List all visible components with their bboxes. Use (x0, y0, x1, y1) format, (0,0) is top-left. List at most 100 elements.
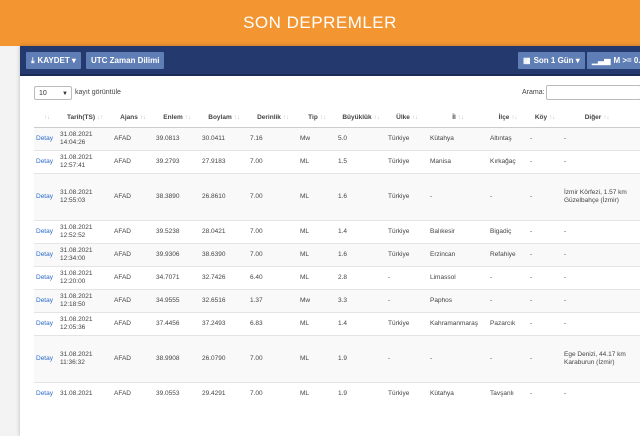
cell-extra (632, 312, 640, 336)
table-row: Detay 31.08.2021 11:36:32 AFAD 38.9908 26.079… (34, 335, 640, 383)
cell-agency: AFAD (112, 220, 154, 244)
detail-link[interactable]: Detay (34, 289, 58, 313)
cell-village: - (528, 150, 562, 174)
cell-agency: AFAD (112, 289, 154, 313)
cell-date-day: 31.08.2021 (60, 316, 93, 323)
cell-agency: AFAD (112, 127, 154, 151)
detail-link[interactable]: Detay (34, 173, 58, 221)
detail-link[interactable]: Detay (34, 382, 58, 406)
cell-province: Limassol (428, 266, 488, 290)
table-body: Detay 31.08.2021 14:04:26 AFAD 39.0813 30.041… (34, 127, 640, 406)
cell-date: 31.08.2021 12:57:41 (58, 150, 112, 174)
cell-extra (632, 243, 640, 267)
download-icon: ⤓ (31, 56, 35, 65)
save-button[interactable]: ⤓ KAYDET ▾ (26, 52, 81, 69)
search-input[interactable] (546, 85, 640, 100)
table-row: Detay 31.08.2021 12:52:52 AFAD 39.5238 28.042… (34, 220, 640, 244)
column-header[interactable]: ↑↓ (34, 108, 58, 128)
cell-country: Türkiye (386, 382, 428, 406)
cell-type: ML (298, 335, 336, 383)
cell-lat: 38.9908 (154, 335, 200, 383)
cell-village: - (528, 289, 562, 313)
toolbar: ⤓ KAYDET ▾ UTC Zaman Dilimi ▦ Son 1 Gün ▾ … (20, 46, 640, 76)
detail-link[interactable]: Detay (34, 127, 58, 151)
cell-other: - (562, 220, 632, 244)
cell-date-time: 12:34:00 (60, 255, 86, 262)
column-header[interactable]: Diğer ↑↓ (562, 108, 632, 128)
table-row: Detay 31.08.2021 12:34:00 AFAD 39.9306 38.639… (34, 243, 640, 267)
sort-icon: ↑↓ (282, 115, 289, 121)
cell-province: Kütahya (428, 382, 488, 406)
detail-link[interactable]: Detay (34, 335, 58, 383)
cell-lon: 38.6390 (200, 243, 248, 267)
magnitude-filter-button[interactable]: ▁▃▅M >= 0.0 ▾ (587, 52, 640, 69)
cell-village: - (528, 220, 562, 244)
column-header[interactable]: Ajans ↑↓ (112, 108, 154, 128)
cell-district: - (488, 335, 528, 383)
cell-date-day: 31.08.2021 (60, 270, 93, 277)
page-length-select[interactable]: 10 ▼ (34, 86, 72, 100)
detail-link[interactable]: Detay (34, 266, 58, 290)
sort-icon: ↑↓ (233, 115, 240, 121)
cell-mag: 1.4 (336, 312, 386, 336)
cell-district: - (488, 266, 528, 290)
cell-date-time: 12:05:36 (60, 324, 86, 331)
earthquake-table: ↑↓ Tarih(TS) ↓↑ Ajans ↑↓ Enlem ↑↓ Boylam ↑↓ Derin… (34, 108, 640, 406)
cell-depth: 7.00 (248, 243, 298, 267)
cell-date-time: 12:52:52 (60, 232, 86, 239)
cell-district: - (488, 289, 528, 313)
cell-province: Paphos (428, 289, 488, 313)
cell-type: ML (298, 150, 336, 174)
period-filter-button[interactable]: ▦ Son 1 Gün ▾ (518, 52, 585, 69)
cell-other: - (562, 382, 632, 406)
detail-link[interactable]: Detay (34, 243, 58, 267)
cell-extra (632, 266, 640, 290)
cell-depth: 7.00 (248, 150, 298, 174)
column-header[interactable]: Ülke ↑↓ (386, 108, 428, 128)
column-header[interactable]: İl ↑↓ (428, 108, 488, 128)
cell-province: Kahramanmaraş (428, 312, 488, 336)
cell-date-day: 31.08.2021 (60, 247, 93, 254)
cell-lat: 39.5238 (154, 220, 200, 244)
cell-other: - (562, 312, 632, 336)
cell-type: Mw (298, 289, 336, 313)
cell-mag: 1.9 (336, 335, 386, 383)
column-header[interactable]: İlçe ↑↓ (488, 108, 528, 128)
column-header[interactable]: Enlem ↑↓ (154, 108, 200, 128)
cell-extra (632, 150, 640, 174)
calendar-icon: ▦ (523, 56, 531, 65)
column-header[interactable]: Köy ↑↓ (528, 108, 562, 128)
detail-link[interactable]: Detay (34, 220, 58, 244)
search-label: Arama: (522, 89, 545, 96)
cell-agency: AFAD (112, 335, 154, 383)
cell-mag: 1.6 (336, 173, 386, 221)
cell-district: Kırkağaç (488, 150, 528, 174)
column-header[interactable]: Büyüklük ↑↓ (336, 108, 386, 128)
cell-lat: 38.3890 (154, 173, 200, 221)
column-header[interactable]: Tarih(TS) ↓↑ (58, 108, 112, 128)
detail-link[interactable]: Detay (34, 312, 58, 336)
cell-district: Refahiye (488, 243, 528, 267)
cell-village: - (528, 382, 562, 406)
cell-country: Türkiye (386, 150, 428, 174)
cell-lon: 28.0421 (200, 220, 248, 244)
cell-lon: 29.4291 (200, 382, 248, 406)
detail-link[interactable]: Detay (34, 150, 58, 174)
cell-date: 31.08.2021 12:18:50 (58, 289, 112, 313)
sort-icon: ↑↓ (457, 115, 464, 121)
column-header[interactable]: Tip ↑↓ (298, 108, 336, 128)
cell-other: - (562, 289, 632, 313)
cell-country: - (386, 266, 428, 290)
cell-lon: 30.0411 (200, 127, 248, 151)
cell-other: - (562, 127, 632, 151)
utc-timezone-button[interactable]: UTC Zaman Dilimi (86, 52, 165, 69)
cell-other: - (562, 266, 632, 290)
column-header[interactable]: Derinlik ↑↓ (248, 108, 298, 128)
cell-date: 31.08.2021 11:36:32 (58, 335, 112, 383)
cell-depth: 7.16 (248, 127, 298, 151)
sort-icon: ↑↓ (139, 115, 146, 121)
cell-agency: AFAD (112, 382, 154, 406)
column-header[interactable]: Boylam ↑↓ (200, 108, 248, 128)
cell-district: Tavşanlı (488, 382, 528, 406)
cell-depth: 7.00 (248, 220, 298, 244)
